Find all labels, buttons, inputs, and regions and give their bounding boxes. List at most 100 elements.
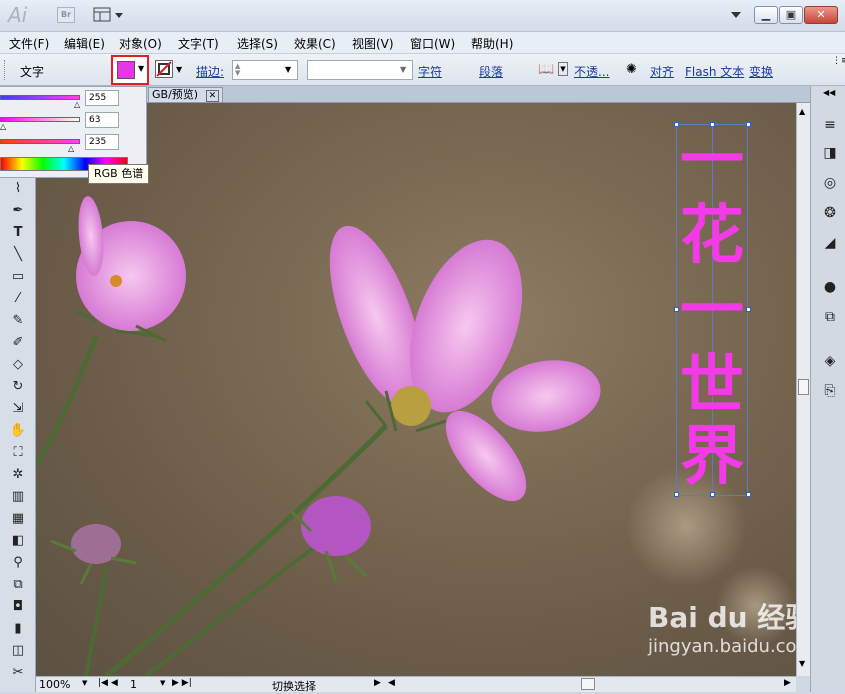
transform-link[interactable]: 变换 (749, 63, 773, 80)
mesh-tool-icon[interactable]: ▦ (8, 510, 28, 528)
selection-handle[interactable] (746, 122, 751, 127)
menu-object[interactable]: 对象(O) (119, 35, 162, 52)
slider-thumb-icon[interactable]: △ (74, 100, 80, 109)
panel-menu-icon[interactable]: ⋮≡ (832, 56, 845, 66)
opacity-link[interactable]: 不透... (574, 63, 609, 80)
paragraph-link[interactable]: 段落 (479, 63, 503, 80)
menu-effect[interactable]: 效果(C) (294, 35, 336, 52)
red-value-field[interactable]: 255 (85, 90, 119, 106)
recolor-icon[interactable]: ✺ (626, 62, 637, 77)
status-menu-icon[interactable]: ▶ (374, 678, 381, 688)
green-slider[interactable] (0, 117, 80, 122)
minimize-button[interactable]: ▁ (754, 6, 778, 24)
selection-handle[interactable] (746, 492, 751, 497)
column-graph-icon[interactable]: ▮ (8, 620, 28, 638)
maximize-button[interactable]: ▣ (779, 6, 803, 24)
stroke-swatch[interactable] (155, 60, 173, 78)
rectangle-tool-icon[interactable]: ▭ (8, 268, 28, 286)
flash-text-link[interactable]: Flash 文本 (685, 63, 744, 80)
menu-type[interactable]: 文字(T) (178, 35, 219, 52)
app-menu-chevron-icon[interactable] (730, 9, 742, 19)
scroll-left-icon[interactable]: ◀ (388, 678, 395, 688)
book-icon[interactable]: 📖 (538, 62, 554, 77)
menu-file[interactable]: 文件(F) (9, 35, 49, 52)
symbol-sprayer-icon[interactable]: ✲ (8, 466, 28, 484)
chevron-down-icon[interactable]: ▼ (400, 65, 406, 74)
transparency-panel-icon[interactable]: ◎ (820, 174, 840, 192)
green-value-field[interactable]: 63 (85, 112, 119, 128)
close-button[interactable]: ✕ (804, 6, 838, 24)
selection-handle[interactable] (674, 492, 679, 497)
page-number[interactable]: 1 (130, 678, 137, 691)
collapse-icon[interactable]: ◀◀ (823, 88, 835, 97)
free-transform-icon[interactable]: ⛶ (8, 444, 28, 462)
menu-view[interactable]: 视图(V) (352, 35, 394, 52)
zoom-level[interactable]: 100% (39, 678, 70, 691)
live-paint-icon[interactable]: ◘ (8, 598, 28, 616)
artboard-tool-icon[interactable]: ◫ (8, 642, 28, 660)
brush-tool-icon[interactable]: ⁄ (8, 290, 28, 308)
menu-edit[interactable]: 编辑(E) (64, 35, 105, 52)
next-page-icon[interactable]: ▶ ▶| (172, 678, 192, 688)
chevron-down-icon[interactable]: ▼ (160, 679, 165, 687)
stroke-panel-icon[interactable]: ≡ (820, 116, 840, 134)
slider-thumb-icon[interactable]: △ (68, 144, 74, 153)
tab-close-icon[interactable]: ✕ (205, 90, 220, 102)
character-link[interactable]: 字符 (418, 63, 442, 80)
artboards-panel-icon[interactable]: ⎘ (820, 382, 840, 400)
scroll-down-icon[interactable]: ▼ (799, 659, 805, 668)
graph-tool-icon[interactable]: ▥ (8, 488, 28, 506)
graphic-styles-icon[interactable]: ⧉ (820, 308, 840, 326)
selection-handle[interactable] (674, 122, 679, 127)
color-guide-icon[interactable]: ❂ (820, 204, 840, 222)
first-page-icon[interactable]: |◀ ◀ (98, 678, 118, 688)
vertical-scrollbar[interactable]: ▲ ▼ (796, 103, 810, 676)
menu-select[interactable]: 选择(S) (237, 35, 278, 52)
chevron-down-icon[interactable]: ▼ (82, 679, 87, 687)
bridge-button[interactable]: Br (57, 7, 75, 23)
scroll-up-icon[interactable]: ▲ (799, 107, 805, 116)
vertical-text-object[interactable]: 一 花 一 世 界 (674, 122, 751, 497)
blob-brush-icon[interactable]: ✐ (8, 334, 28, 352)
chevron-down-icon[interactable]: ▼ (285, 65, 291, 74)
line-tool-icon[interactable]: ╲ (8, 246, 28, 264)
warp-tool-icon[interactable]: ✋ (8, 422, 28, 440)
stroke-dropdown-icon[interactable]: ▼ (176, 65, 182, 74)
document-tab[interactable]: GB/预览) ✕ (148, 87, 224, 103)
selection-handle[interactable] (710, 492, 715, 497)
scroll-thumb[interactable] (798, 379, 809, 395)
red-slider[interactable] (0, 95, 80, 100)
pen-tool-icon[interactable]: ✒ (8, 202, 28, 220)
eraser-tool-icon[interactable]: ◇ (8, 356, 28, 374)
slice-tool-icon[interactable]: ✂ (8, 664, 28, 682)
stroke-label[interactable]: 描边: (196, 63, 224, 80)
rotate-tool-icon[interactable]: ↻ (8, 378, 28, 396)
h-scroll-thumb[interactable] (581, 678, 595, 690)
pencil-tool-icon[interactable]: ✎ (8, 312, 28, 330)
blue-value-field[interactable]: 235 (85, 134, 119, 150)
blend-tool-icon[interactable]: ⧉ (8, 576, 28, 594)
type-tool-icon[interactable]: T (8, 224, 28, 242)
gradient-tool-icon[interactable]: ◧ (8, 532, 28, 550)
selection-handle[interactable] (710, 122, 715, 127)
align-link[interactable]: 对齐 (650, 63, 674, 80)
fill-dropdown-icon[interactable]: ▼ (138, 64, 144, 73)
symbols-panel-icon[interactable]: ● (820, 278, 840, 296)
scroll-right-icon[interactable]: ▶ (784, 678, 791, 688)
fill-color-swatch[interactable] (117, 61, 135, 79)
selection-handle[interactable] (674, 307, 679, 312)
selection-handle[interactable] (746, 307, 751, 312)
menu-help[interactable]: 帮助(H) (471, 35, 513, 52)
workspace-switcher[interactable] (93, 7, 125, 23)
menu-window[interactable]: 窗口(W) (410, 35, 455, 52)
eyedropper-tool-icon[interactable]: ⚲ (8, 554, 28, 572)
stepper-icon[interactable]: ▲ ▼ (235, 63, 240, 77)
chevron-down-icon[interactable]: ▼ (558, 62, 568, 76)
lasso-tool-icon[interactable]: ⌇ (8, 180, 28, 198)
scale-tool-icon[interactable]: ⇲ (8, 400, 28, 418)
stroke-weight-field[interactable]: ▲ ▼ ▼ (232, 60, 298, 80)
style-dropdown[interactable]: ▼ (307, 60, 413, 80)
layers-panel-icon[interactable]: ◈ (820, 352, 840, 370)
appearance-icon[interactable]: ◢ (820, 234, 840, 252)
slider-thumb-icon[interactable]: △ (0, 122, 6, 131)
